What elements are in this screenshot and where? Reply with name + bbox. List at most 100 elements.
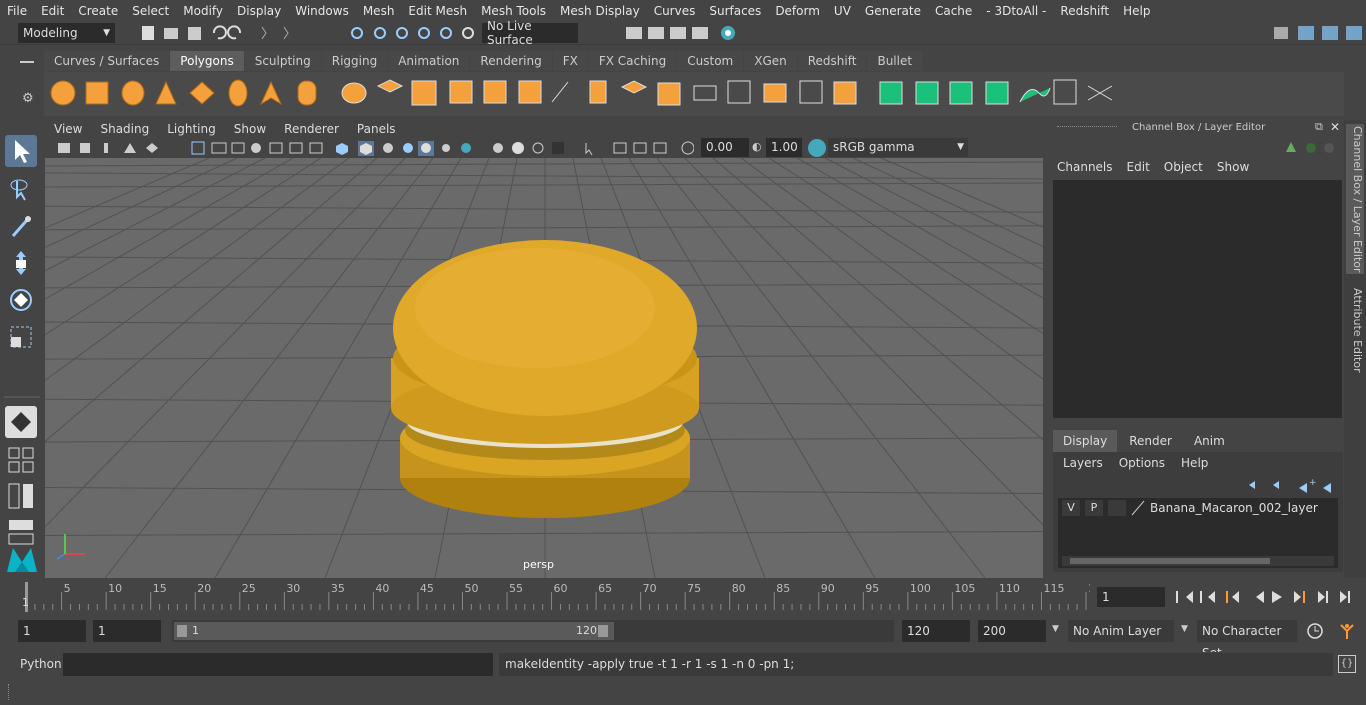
command-language-label[interactable]: Python [20,657,62,671]
scene-start-field[interactable]: 1 [18,620,86,642]
channel-box-icons-icon[interactable] [1285,140,1335,156]
panel-menu-view[interactable]: View [44,122,91,136]
panel-menu-shading[interactable]: Shading [91,122,158,136]
layer-tab-display[interactable]: Display [1053,430,1118,452]
close-icon[interactable]: ✕ [1330,120,1340,134]
shelf-tab-xgen[interactable]: XGen [744,51,797,71]
shelf-menu-icon[interactable] [20,61,34,63]
live-surface-field[interactable]: No Live Surface [482,19,578,47]
workspace-icons-icon[interactable] [1270,23,1366,43]
gamma-field[interactable]: 1.00 [766,138,802,157]
menu-mesh[interactable]: Mesh [356,4,402,18]
shelf-tab-rendering[interactable]: Rendering [470,51,552,71]
shelf-tab-fx[interactable]: FX [552,51,588,71]
color-management-icon[interactable] [808,139,826,157]
chevron-down-icon[interactable]: ▼ [1052,624,1059,634]
range-slider[interactable]: 1 120 [172,620,894,642]
shelf-tab-animation[interactable]: Animation [388,51,470,71]
menu-edit-mesh[interactable]: Edit Mesh [401,4,474,18]
menu-help[interactable]: Help [1116,4,1157,18]
menu-cache[interactable]: Cache [928,4,979,18]
chevron-down-icon[interactable]: ▼ [1181,624,1188,634]
menu-windows[interactable]: Windows [288,4,356,18]
script-editor-icon[interactable]: {} [1338,655,1356,673]
rotate-tool[interactable] [5,284,37,316]
channel-menu-show[interactable]: Show [1213,160,1259,178]
macaron-model[interactable] [391,240,699,518]
menu-mesh-tools[interactable]: Mesh Tools [474,4,553,18]
shelf-tab-polygons[interactable]: Polygons [170,51,244,71]
channel-menu-channels[interactable]: Channels [1053,160,1123,178]
polygon-tools-icon[interactable] [44,72,1344,116]
menu-generate[interactable]: Generate [858,4,928,18]
time-slider[interactable]: 5 10 15 20 25 30 35 40 45 50 55 60 65 70 75 80 85 90 95 100… [18,582,1102,612]
shelf-tab-sculpting[interactable]: Sculpting [244,51,321,71]
menu-surfaces[interactable]: Surfaces [702,4,768,18]
gear-icon[interactable]: ⚙ [22,91,34,106]
playback-end-field[interactable]: 120 [902,620,970,642]
range-handle-start[interactable] [177,625,187,637]
mode-selector[interactable]: Modeling ▼ [18,23,115,43]
menu-create[interactable]: Create [71,4,125,18]
current-frame-field[interactable]: 1 [1097,587,1165,607]
range-slider-bar[interactable] [174,622,614,640]
tab-channel-box[interactable]: Channel Box / Layer Editor [1346,124,1364,274]
layer-visibility-toggle[interactable]: V [1062,500,1080,516]
panel-menu-show[interactable]: Show [225,122,275,136]
menu-3dtoall[interactable]: - 3DtoAll - [979,4,1053,18]
move-tool[interactable] [5,247,37,279]
menu-deform[interactable]: Deform [768,4,827,18]
range-handle-end[interactable] [598,625,608,637]
scale-tool[interactable] [5,321,37,353]
layout-four-button[interactable] [5,444,37,476]
anim-layer-select[interactable]: No Anim Layer [1068,620,1174,642]
paint-select-tool[interactable] [5,210,37,242]
menu-modify[interactable]: Modify [176,4,230,18]
playback-start-field[interactable]: 1 [93,620,161,642]
viewport-persp[interactable]: persp [45,158,1043,578]
tab-attribute-editor[interactable]: Attribute Editor [1346,280,1364,380]
menu-file[interactable]: File [0,4,34,18]
channel-menu-object[interactable]: Object [1160,160,1213,178]
playback-prefs-icon[interactable] [1305,621,1361,641]
shelf-tab-rigging[interactable]: Rigging [321,51,388,71]
character-set-select[interactable]: No Character Set [1197,620,1297,660]
viewport-tools-icon[interactable] [54,140,694,156]
layer-type-toggle[interactable] [1108,500,1126,516]
layout-outliner-button[interactable] [5,480,37,512]
colorspace-select[interactable]: sRGB gamma ▼ [828,138,968,157]
layer-color-icon[interactable] [1131,500,1145,516]
shelf-tab-curves-surfaces[interactable]: Curves / Surfaces [44,51,170,71]
panel-menu-lighting[interactable]: Lighting [158,122,225,136]
layer-menu-options[interactable]: Options [1119,456,1165,470]
layer-menu-help[interactable]: Help [1181,456,1208,470]
menu-select[interactable]: Select [125,4,176,18]
layer-playback-toggle[interactable]: P [1085,500,1103,516]
menu-edit[interactable]: Edit [34,4,71,18]
float-icon[interactable]: ⧉ [1315,120,1323,134]
layer-row[interactable]: V P Banana_Macaron_002_layer [1058,498,1338,518]
channel-menu-edit[interactable]: Edit [1123,160,1160,178]
select-tool[interactable] [5,135,37,167]
scroll-thumb[interactable] [1070,558,1270,564]
layer-scrollbar[interactable] [1062,556,1334,566]
layer-tab-render[interactable]: Render [1119,430,1182,452]
shelf-tab-redshift[interactable]: Redshift [797,51,867,71]
shelf-tab-custom[interactable]: Custom [677,51,744,71]
layout-single-button[interactable] [5,406,37,438]
shelf-tab-bullet[interactable]: Bullet [867,51,923,71]
layer-menu-layers[interactable]: Layers [1063,456,1103,470]
exposure-field[interactable]: 0.00 [701,138,749,157]
panel-menu-renderer[interactable]: Renderer [275,122,348,136]
layer-name[interactable]: Banana_Macaron_002_layer [1150,501,1318,515]
menu-redshift[interactable]: Redshift [1053,4,1116,18]
layer-actions-icon[interactable]: + [1243,476,1339,494]
shelf-tab-fx-caching[interactable]: FX Caching [588,51,677,71]
scene-end-field[interactable]: 200 [978,620,1046,642]
menu-uv[interactable]: UV [827,4,858,18]
playback-controls-icon[interactable] [1170,587,1360,607]
layer-tab-anim[interactable]: Anim [1183,430,1235,452]
lasso-tool[interactable] [5,173,37,205]
menu-mesh-display[interactable]: Mesh Display [553,4,647,18]
panel-menu-panels[interactable]: Panels [348,122,405,136]
